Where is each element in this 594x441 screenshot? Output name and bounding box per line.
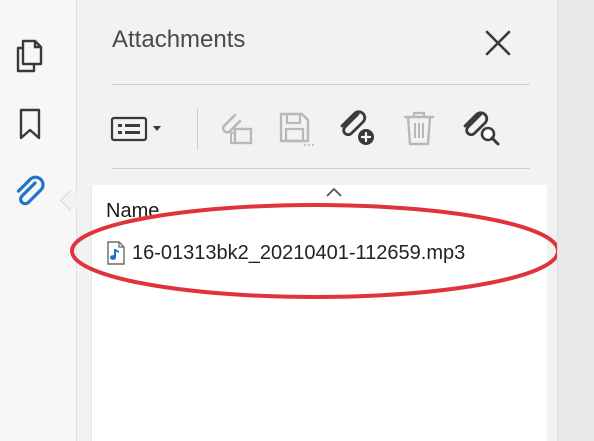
document-gutter [557,0,594,441]
pages-button[interactable] [8,34,52,78]
trash-icon [403,111,435,146]
save-icon [279,112,314,146]
toolbar-divider [112,168,530,169]
header-divider [112,84,530,85]
paperclip-icon [16,175,45,206]
search-attachment-button[interactable] [457,98,505,158]
save-attachment-button[interactable] [271,98,319,158]
delete-attachment-button[interactable] [395,98,443,158]
list-options-icon [110,116,161,142]
attachments-button[interactable] [8,170,52,214]
search-attachment-icon [463,111,500,146]
pages-icon [16,39,43,73]
close-panel-button[interactable] [477,22,519,64]
bookmark-icon [19,108,41,140]
toolbar-separator [197,108,198,150]
open-attachment-icon [221,113,253,145]
panel-title: Attachments [112,26,246,53]
options-menu-button[interactable] [107,98,169,158]
bookmarks-button[interactable] [8,102,52,146]
open-attachment-button[interactable] [211,98,259,158]
close-icon [485,30,511,56]
add-attachment-icon [340,110,374,145]
highlight-annotation [70,203,560,299]
add-attachment-button[interactable] [333,98,381,158]
attachments-toolbar [107,98,537,158]
